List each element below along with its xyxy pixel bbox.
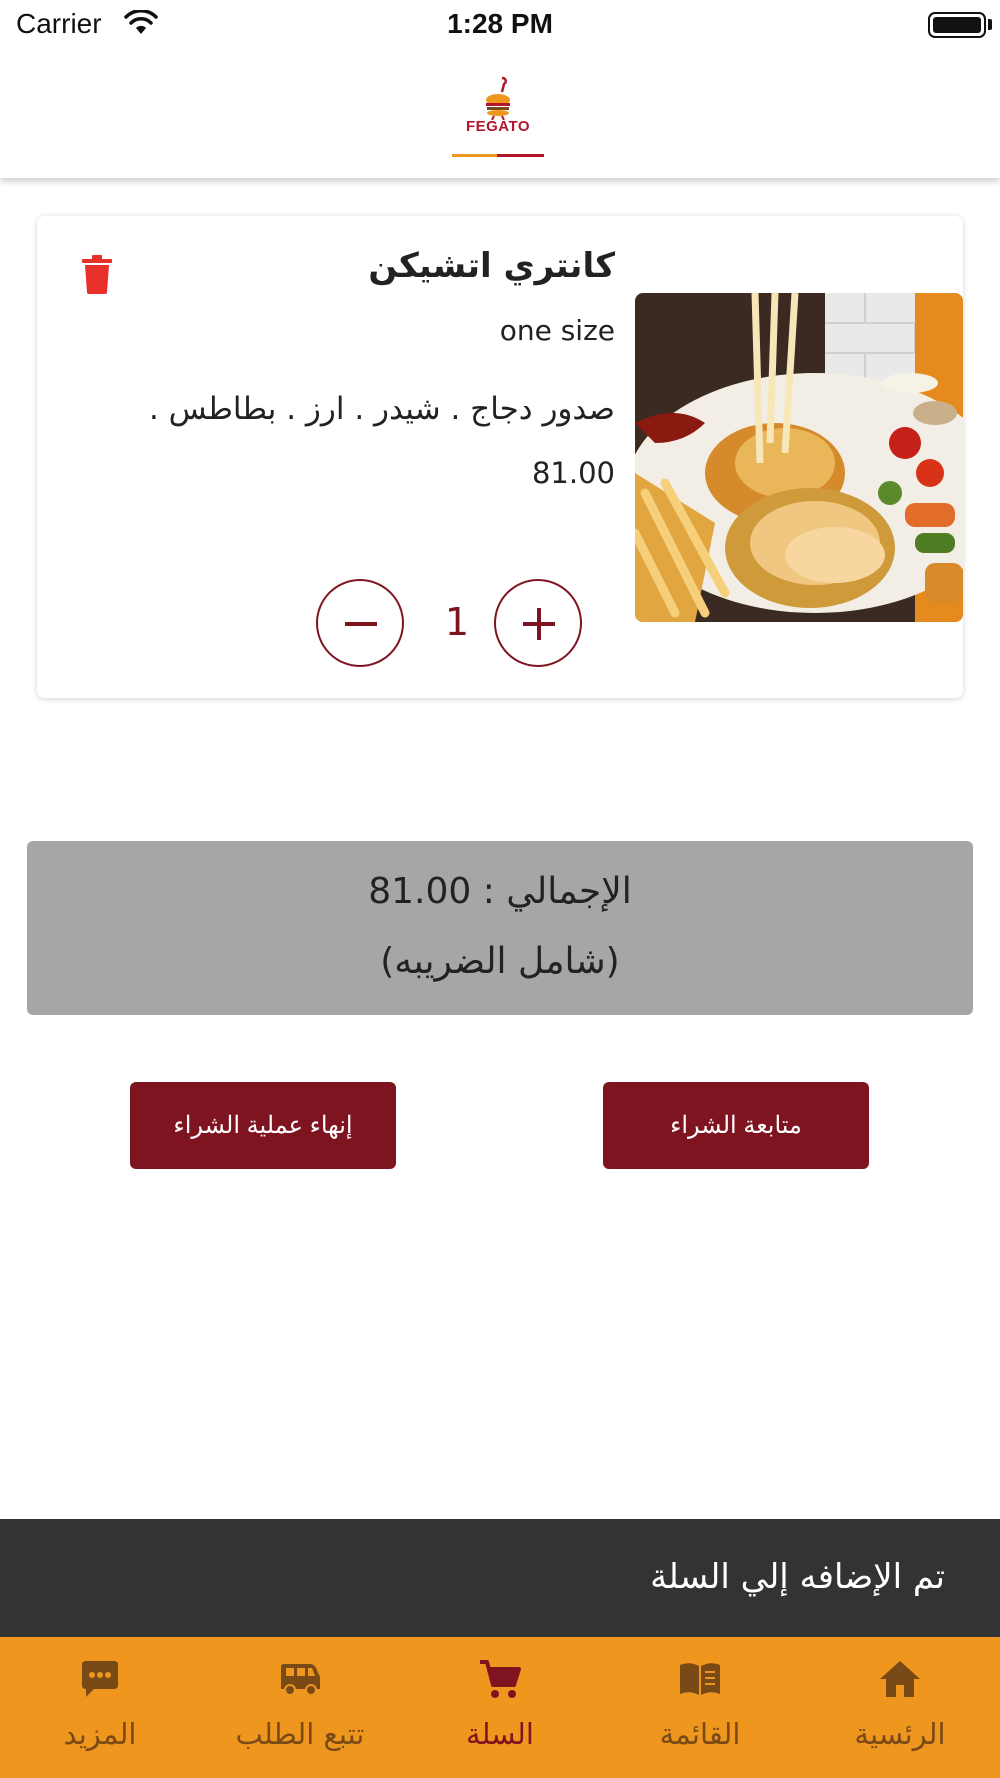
item-description: صدور دجاج . شيدر . ارز . بطاطس . — [148, 391, 615, 427]
logo-underline-right — [497, 154, 544, 157]
decrease-quantity-button[interactable] — [316, 579, 404, 667]
total-amount: الإجمالي : 81.00 — [368, 871, 632, 912]
tab-label: تتبع الطلب — [235, 1717, 365, 1751]
tax-note: (شامل الضريبه) — [380, 941, 620, 982]
battery-tip — [988, 19, 992, 30]
item-image — [635, 293, 963, 622]
item-name: كانتري اتشيكن — [368, 246, 615, 286]
tab-home[interactable]: الرئسية — [800, 1637, 1000, 1778]
logo-underline-left — [452, 154, 497, 157]
minus-icon — [345, 622, 377, 626]
cart-item-card: كانتري اتشيكن one size صدور دجاج . شيدر … — [37, 216, 963, 698]
toast-message: تم الإضافه إلي السلة — [650, 1557, 945, 1597]
tab-label: المزيد — [63, 1717, 137, 1751]
book-icon — [680, 1663, 720, 1695]
cart-icon — [480, 1660, 521, 1698]
tab-label: الرئسية — [854, 1717, 946, 1751]
app-header: FEGATO — [0, 50, 1000, 178]
quantity-value: 1 — [444, 600, 470, 644]
finish-purchase-button[interactable]: إنهاء عملية الشراء — [130, 1082, 396, 1169]
battery-icon — [928, 12, 986, 38]
toast-notification: تم الإضافه إلي السلة — [0, 1519, 1000, 1637]
status-bar: Carrier 1:28 PM — [0, 0, 1000, 50]
food-photo — [635, 293, 963, 622]
home-icon — [880, 1661, 920, 1697]
more-chat-icon — [82, 1661, 118, 1697]
ostrich-burger-icon — [486, 76, 510, 120]
item-size: one size — [499, 314, 615, 347]
tab-track-order[interactable]: تتبع الطلب — [200, 1637, 400, 1778]
tab-label: السلة — [466, 1717, 534, 1751]
tab-more[interactable]: المزيد — [0, 1637, 200, 1778]
continue-shopping-button[interactable]: متابعة الشراء — [603, 1082, 869, 1169]
trash-icon[interactable] — [81, 254, 113, 294]
tab-cart[interactable]: السلة — [400, 1637, 600, 1778]
tab-menu[interactable]: القائمة — [600, 1637, 800, 1778]
logo-text: FEGATO — [465, 118, 531, 135]
increase-quantity-button[interactable] — [494, 579, 582, 667]
item-price: 81.00 — [531, 456, 615, 490]
clock: 1:28 PM — [447, 8, 553, 39]
bottom-tab-bar: المزيد تتبع الطلب السلة القائمة الرئسية — [0, 1637, 1000, 1778]
plus-icon-v — [537, 608, 541, 640]
tab-label: القائمة — [659, 1717, 741, 1751]
fegato-logo: FEGATO — [452, 76, 544, 154]
total-summary: الإجمالي : 81.00 (شامل الضريبه) — [27, 841, 973, 1015]
cart-screen: Carrier 1:28 PM FEGATO كانتري اتشيكن one… — [0, 0, 1000, 1778]
delivery-van-icon — [281, 1664, 320, 1696]
